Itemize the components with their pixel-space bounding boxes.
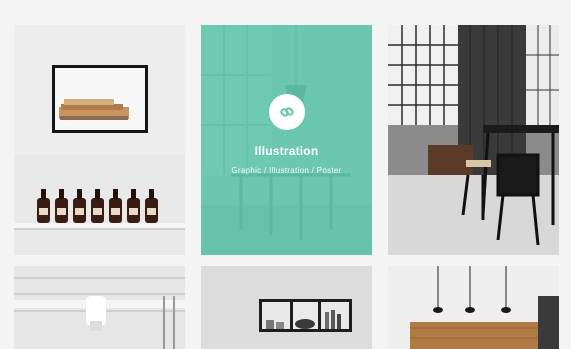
white-ceiling-photo (14, 266, 185, 349)
hover-overlay: Illustration Graphic / Illustration / Po… (201, 25, 372, 255)
portfolio-item-categories: Graphic / Illustration / Poster (231, 165, 342, 175)
wall-shelf-photo (201, 266, 372, 349)
portfolio-item-ceiling[interactable] (14, 266, 185, 349)
portfolio-item-framed-art[interactable] (14, 25, 185, 255)
portfolio-item-title[interactable]: Illustration (255, 144, 319, 158)
loft-dining-photo (388, 25, 559, 255)
portfolio-grid: Illustration Graphic / Illustration / Po… (0, 0, 571, 349)
portfolio-item-shelf[interactable] (201, 266, 372, 349)
portfolio-item-illustration[interactable]: Illustration Graphic / Illustration / Po… (201, 25, 372, 255)
link-button[interactable] (268, 93, 305, 130)
pendant-lamps-photo (388, 266, 559, 349)
portfolio-item-loft[interactable] (388, 25, 559, 255)
link-icon (279, 106, 294, 117)
framed-art-shelf-photo (14, 25, 185, 255)
portfolio-item-lamps[interactable] (388, 266, 559, 349)
